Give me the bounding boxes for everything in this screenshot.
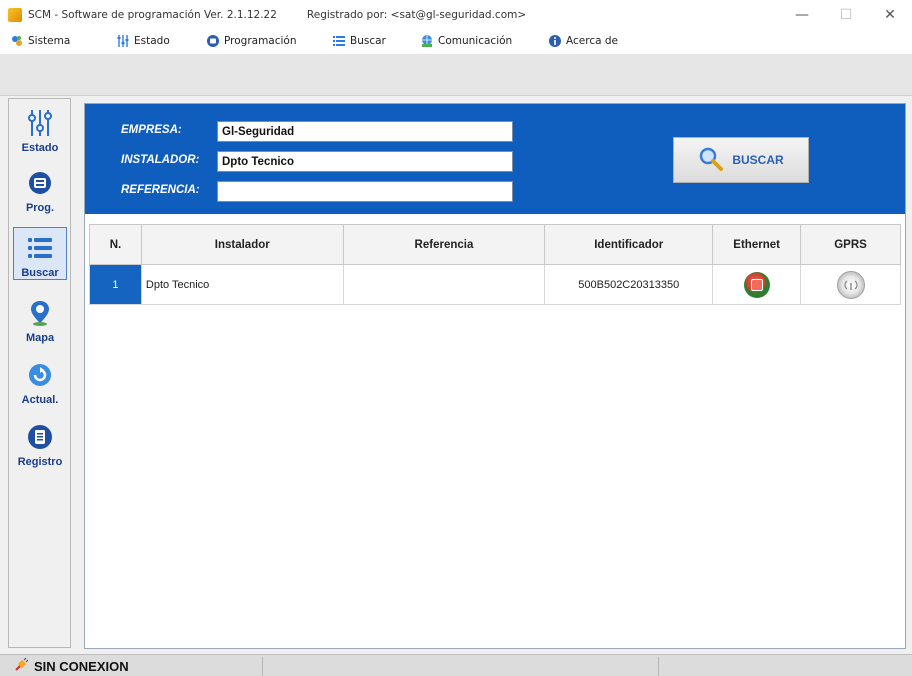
main-panel: EMPRESA: INSTALADOR: REFERENCIA: BUSCAR … (84, 103, 906, 649)
ethernet-status-icon[interactable] (743, 271, 770, 298)
sliders-icon (20, 103, 60, 143)
sidebar-item-label: Registro (17, 456, 63, 468)
referencia-field[interactable] (217, 181, 513, 202)
sliders-icon (116, 34, 130, 48)
list-icon (20, 228, 60, 268)
empresa-field[interactable] (217, 121, 513, 142)
system-icon (10, 34, 24, 48)
window-title: SCM - Software de programación Ver. 2.1.… (28, 9, 277, 21)
network-icon (420, 34, 434, 48)
row-gprs[interactable] (800, 264, 901, 305)
menu-estado[interactable]: Estado (116, 34, 170, 48)
window-controls: — ☐ ✕ (780, 0, 912, 30)
buscar-button-label: BUSCAR (732, 153, 784, 167)
referencia-label: REFERENCIA: (121, 184, 200, 196)
menu-comunicacion[interactable]: Comunicación (420, 34, 512, 48)
sidebar-item-prog[interactable]: Prog. (13, 163, 67, 214)
plug-icon (14, 657, 29, 675)
sidebar-item-estado[interactable]: Estado (13, 103, 67, 154)
menu-buscar[interactable]: Buscar (332, 34, 386, 48)
registry-icon (20, 417, 60, 457)
row-number: 1 (89, 264, 142, 305)
map-pin-icon (20, 293, 60, 333)
row-instalador: Dpto Tecnico (140, 264, 344, 305)
instalador-field[interactable] (217, 151, 513, 172)
row-ethernet[interactable] (712, 264, 802, 305)
maximize-button[interactable]: ☐ (824, 0, 868, 30)
menu-programacion[interactable]: Programación (206, 34, 297, 48)
search-panel: EMPRESA: INSTALADOR: REFERENCIA: BUSCAR (85, 104, 905, 214)
info-icon (548, 34, 562, 48)
connection-status-text: SIN CONEXION (34, 659, 129, 674)
registered-to: Registrado por: <sat@gl-seguridad.com> (306, 9, 527, 21)
close-button[interactable]: ✕ (868, 0, 912, 30)
gprs-status-icon[interactable] (836, 270, 865, 299)
empresa-label: EMPRESA: (121, 124, 182, 136)
column-header-n[interactable]: N. (89, 224, 142, 265)
menu-acerca-de-label: Acerca de (566, 35, 618, 47)
magnifier-icon (698, 146, 724, 175)
list-icon (332, 34, 346, 48)
column-header-gprs[interactable]: GPRS (800, 224, 901, 265)
title-bar: SCM - Software de programación Ver. 2.1.… (0, 0, 912, 30)
sidebar: Estado Prog. Buscar Mapa Actual. Registr… (8, 98, 71, 648)
instalador-label: INSTALADOR: (121, 154, 200, 166)
menu-comunicacion-label: Comunicación (438, 35, 513, 47)
status-segment (262, 657, 263, 676)
sidebar-item-label: Mapa (25, 332, 55, 344)
table-row[interactable]: 1 Dpto Tecnico 500B502C20313350 (89, 264, 901, 305)
row-identificador: 500B502C20313350 (544, 264, 714, 305)
column-header-ethernet[interactable]: Ethernet (712, 224, 802, 265)
sidebar-item-mapa[interactable]: Mapa (13, 293, 67, 344)
column-header-identificador[interactable]: Identificador (544, 224, 714, 265)
sidebar-item-label: Actual. (21, 394, 59, 406)
menu-estado-label: Estado (134, 35, 170, 47)
refresh-icon (20, 355, 60, 395)
program-icon (20, 163, 60, 203)
status-segment (658, 657, 659, 676)
connection-status: SIN CONEXION (14, 657, 129, 675)
menu-sistema[interactable]: Sistema (10, 34, 70, 48)
column-header-instalador[interactable]: Instalador (140, 224, 344, 265)
buscar-button[interactable]: BUSCAR (673, 137, 809, 183)
column-header-referencia[interactable]: Referencia (342, 224, 546, 265)
status-bar: SIN CONEXION (0, 654, 912, 676)
minimize-button[interactable]: — (780, 0, 824, 30)
sidebar-item-actual[interactable]: Actual. (13, 355, 67, 406)
row-referencia (342, 264, 546, 305)
sidebar-item-label: Buscar (21, 267, 59, 279)
sidebar-item-buscar[interactable]: Buscar (13, 227, 67, 280)
results-table: N. Instalador Referencia Identificador E… (89, 224, 901, 305)
table-header-row: N. Instalador Referencia Identificador E… (89, 224, 901, 265)
program-icon (206, 34, 220, 48)
menu-programacion-label: Programación (224, 35, 297, 47)
sidebar-item-label: Prog. (25, 202, 55, 214)
sidebar-item-label: Estado (21, 142, 59, 154)
menu-sistema-label: Sistema (28, 35, 71, 47)
app-icon (8, 8, 22, 22)
menu-buscar-label: Buscar (350, 35, 386, 47)
toolbar-area (0, 54, 912, 96)
sidebar-item-registro[interactable]: Registro (13, 417, 67, 468)
menu-acerca-de[interactable]: Acerca de (548, 34, 618, 48)
menu-bar: Sistema Estado Programación Buscar Comun… (0, 30, 912, 54)
